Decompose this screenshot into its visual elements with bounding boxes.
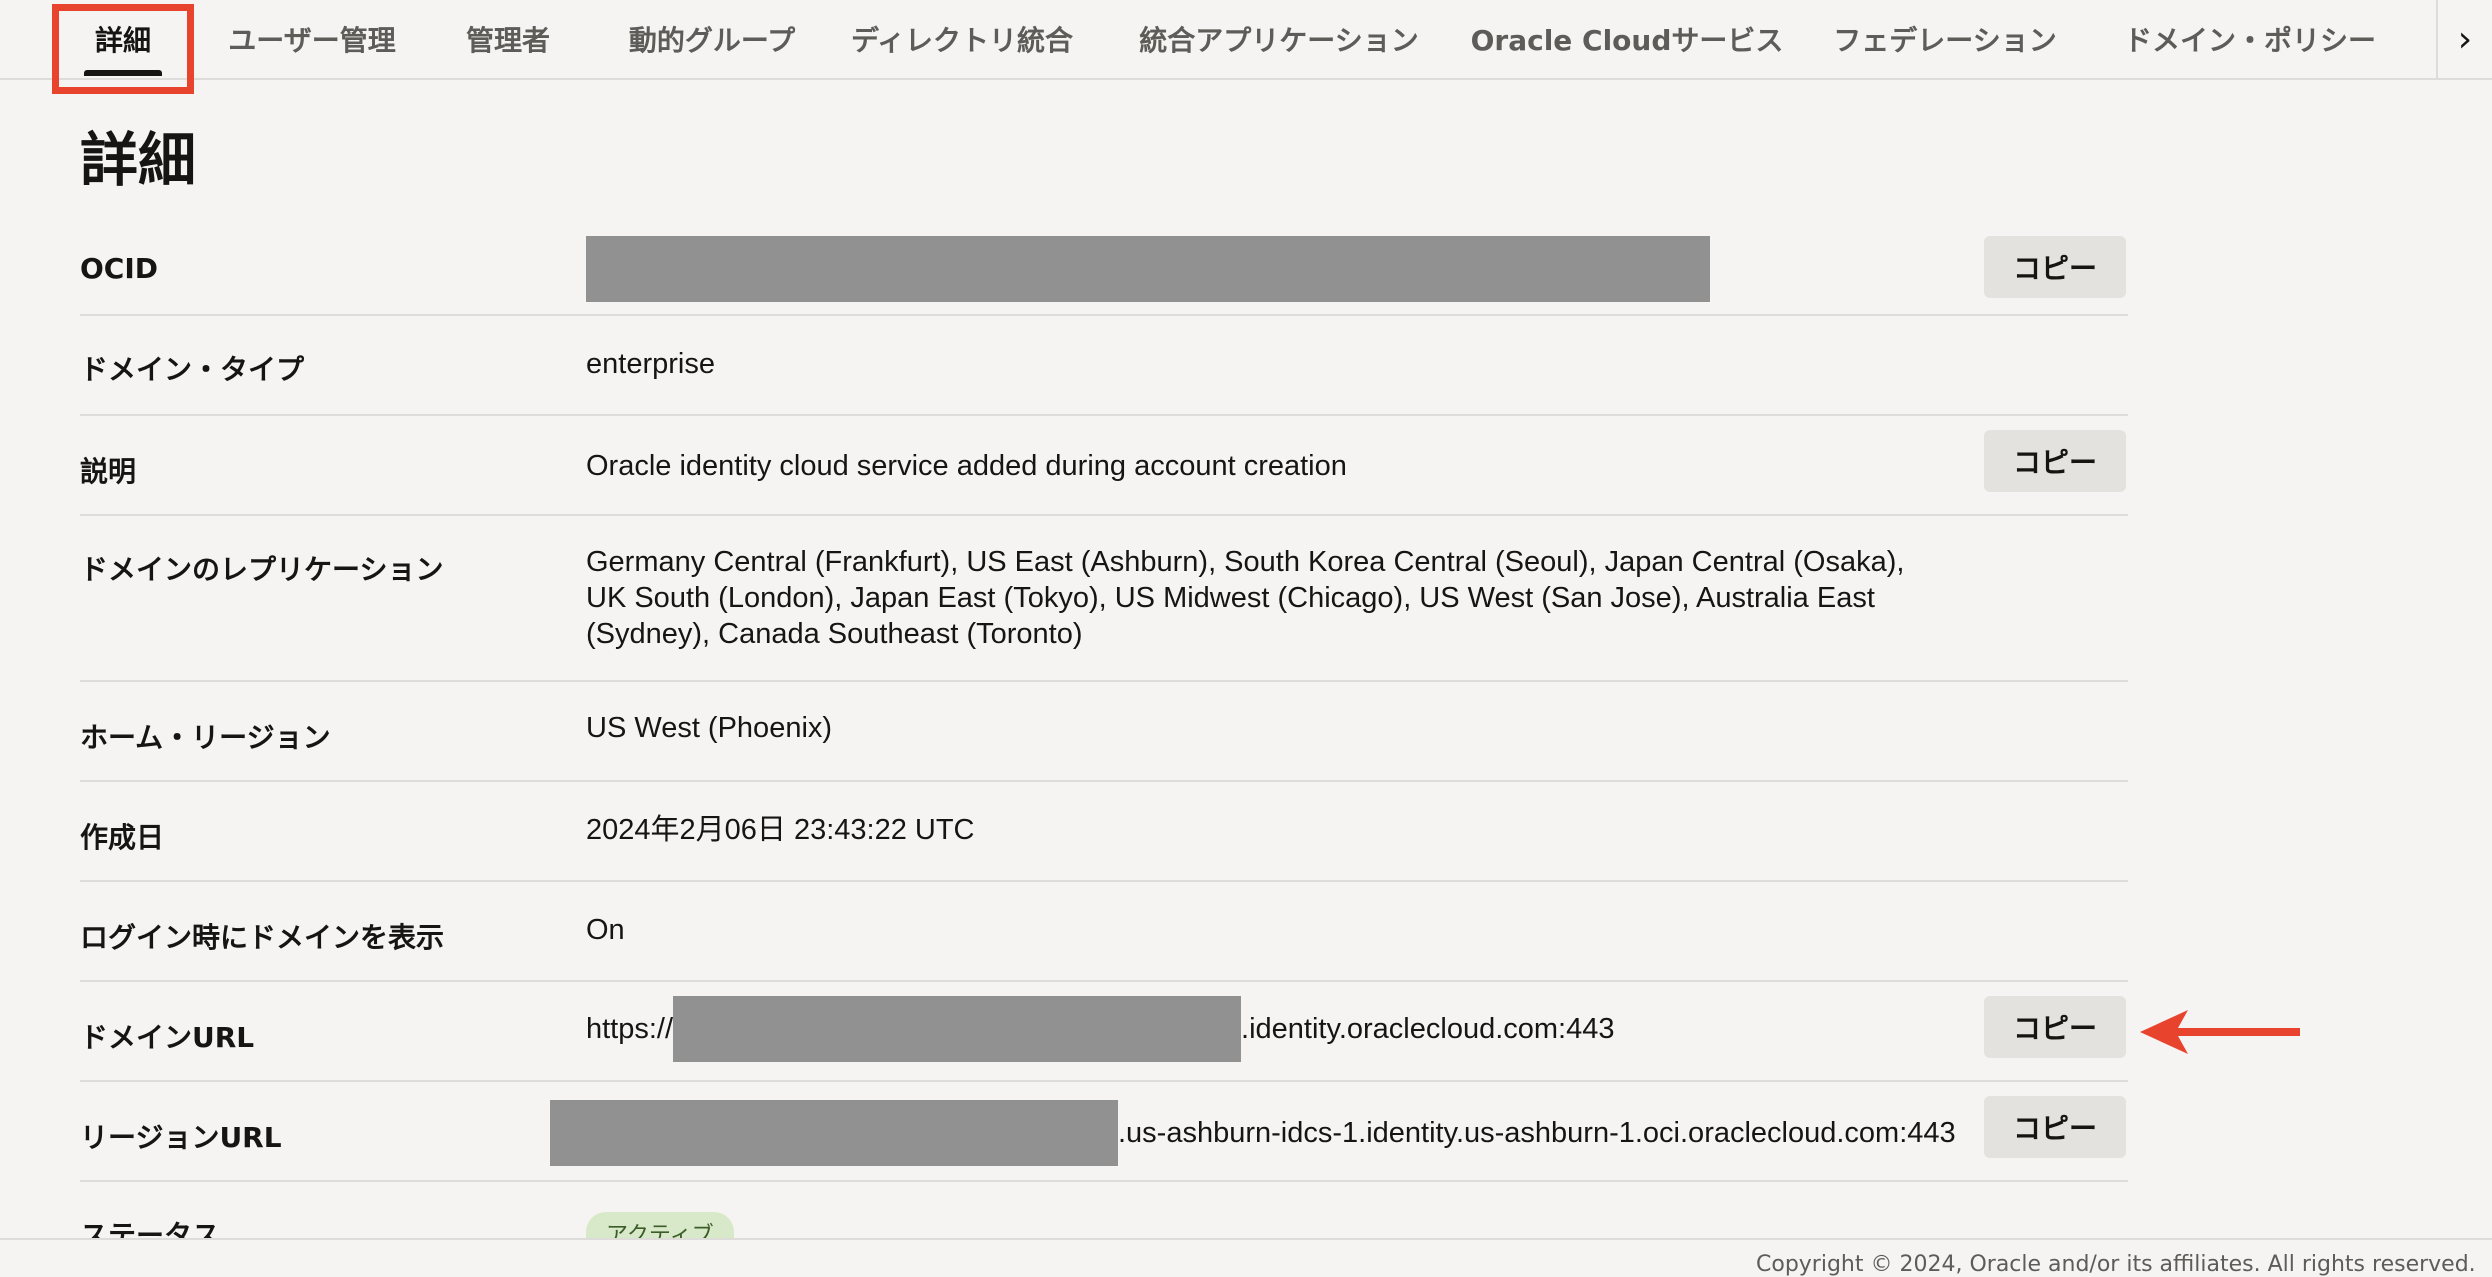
copy-button[interactable]: コピー: [1984, 236, 2126, 298]
row-value: 2024年2月06日 23:43:22 UTC: [586, 814, 975, 846]
row-value: https:// .identity.oraclecloud.com:443: [586, 996, 1986, 1062]
tab-label: フェデレーション: [1833, 24, 2057, 57]
tab-bar: 詳細 ユーザー管理 管理者 動的グループ ディレクトリ統合 統合アプリケーション…: [0, 0, 2492, 80]
active-tab-indicator: [84, 70, 162, 76]
tab-domain-policies[interactable]: ドメイン・ポリシー: [2122, 0, 2378, 78]
row-value: [586, 236, 1986, 302]
row-description: 説明 Oracle identity cloud service added d…: [80, 416, 2128, 516]
page-title: 詳細: [80, 126, 197, 194]
tab-details[interactable]: 詳細: [64, 0, 182, 78]
row-value: Germany Central (Frankfurt), US East (As…: [586, 546, 1905, 650]
row-label: ステータス: [80, 1219, 221, 1238]
copy-button[interactable]: コピー: [1984, 1096, 2126, 1158]
row-ocid: OCID コピー: [80, 226, 2128, 316]
redacted-value: [586, 236, 1710, 302]
tab-directory-integration[interactable]: ディレクトリ統合: [846, 0, 1078, 78]
row-home-region: ホーム・リージョン US West (Phoenix): [80, 682, 2128, 782]
row-value: .us-ashburn-idcs-1.identity.us-ashburn-1…: [550, 1100, 1990, 1166]
row-value: Oracle identity cloud service added duri…: [586, 450, 1347, 482]
row-value: アクティブ: [586, 1212, 1986, 1238]
status-badge: アクティブ: [586, 1212, 734, 1238]
row-show-domain-at-login: ログイン時にドメインを表示 On: [80, 882, 2128, 982]
row-domain-type: ドメイン・タイプ enterprise: [80, 316, 2128, 416]
row-label: リージョンURL: [80, 1121, 282, 1154]
tab-label: Oracle Cloudサービス: [1470, 24, 1784, 57]
tab-label: ドメイン・ポリシー: [2123, 24, 2376, 57]
row-created-date: 作成日 2024年2月06日 23:43:22 UTC: [80, 782, 2128, 882]
row-value: enterprise: [586, 348, 715, 380]
row-label: 説明: [80, 455, 137, 488]
url-suffix: .identity.oraclecloud.com:443: [1241, 1013, 1615, 1045]
tab-label: 管理者: [465, 24, 550, 57]
row-label: ホーム・リージョン: [80, 721, 331, 754]
row-value: On: [586, 914, 625, 946]
tab-label: 詳細: [94, 24, 151, 57]
row-label: ドメインURL: [80, 1021, 255, 1054]
row-label: ログイン時にドメインを表示: [80, 921, 445, 954]
row-domain-url: ドメインURL https:// .identity.oraclecloud.c…: [80, 982, 2128, 1082]
row-value: US West (Phoenix): [586, 712, 833, 744]
row-label: 作成日: [80, 821, 165, 854]
tab-federation[interactable]: フェデレーション: [1832, 0, 2058, 78]
row-label: OCID: [80, 252, 159, 285]
row-status: ステータス アクティブ: [80, 1182, 2128, 1238]
redacted-value: [673, 996, 1242, 1062]
url-prefix: https://: [586, 1013, 674, 1045]
row-domain-replication: ドメインのレプリケーション Germany Central (Frankfurt…: [80, 516, 2128, 682]
footer-copyright: Copyright © 2024, Oracle and/or its affi…: [1756, 1252, 2476, 1277]
chevron-right-icon[interactable]: ›: [2436, 0, 2492, 78]
copy-button[interactable]: コピー: [1984, 430, 2126, 492]
row-label: ドメイン・タイプ: [80, 353, 305, 386]
tab-label: ユーザー管理: [228, 24, 396, 57]
red-arrow: [2140, 1010, 2300, 1054]
tab-administrators[interactable]: 管理者: [458, 0, 558, 78]
url-suffix: .us-ashburn-idcs-1.identity.us-ashburn-1…: [1118, 1117, 1956, 1149]
tab-user-management[interactable]: ユーザー管理: [222, 0, 402, 78]
tab-dynamic-groups[interactable]: 動的グループ: [614, 0, 810, 78]
tab-label: 統合アプリケーション: [1139, 24, 1419, 57]
redacted-value: [550, 1100, 1118, 1166]
row-label: ドメインのレプリケーション: [80, 553, 444, 586]
tab-label: ディレクトリ統合: [850, 24, 1074, 57]
tab-oracle-cloud-services[interactable]: Oracle Cloudサービス: [1471, 0, 1784, 78]
row-region-url: リージョンURL .us-ashburn-idcs-1.identity.us-…: [80, 1082, 2128, 1182]
copy-button[interactable]: コピー: [1984, 996, 2126, 1058]
tab-integrated-applications[interactable]: 統合アプリケーション: [1138, 0, 1420, 78]
tab-label: 動的グループ: [628, 24, 796, 57]
footer-divider: [0, 1238, 2492, 1240]
